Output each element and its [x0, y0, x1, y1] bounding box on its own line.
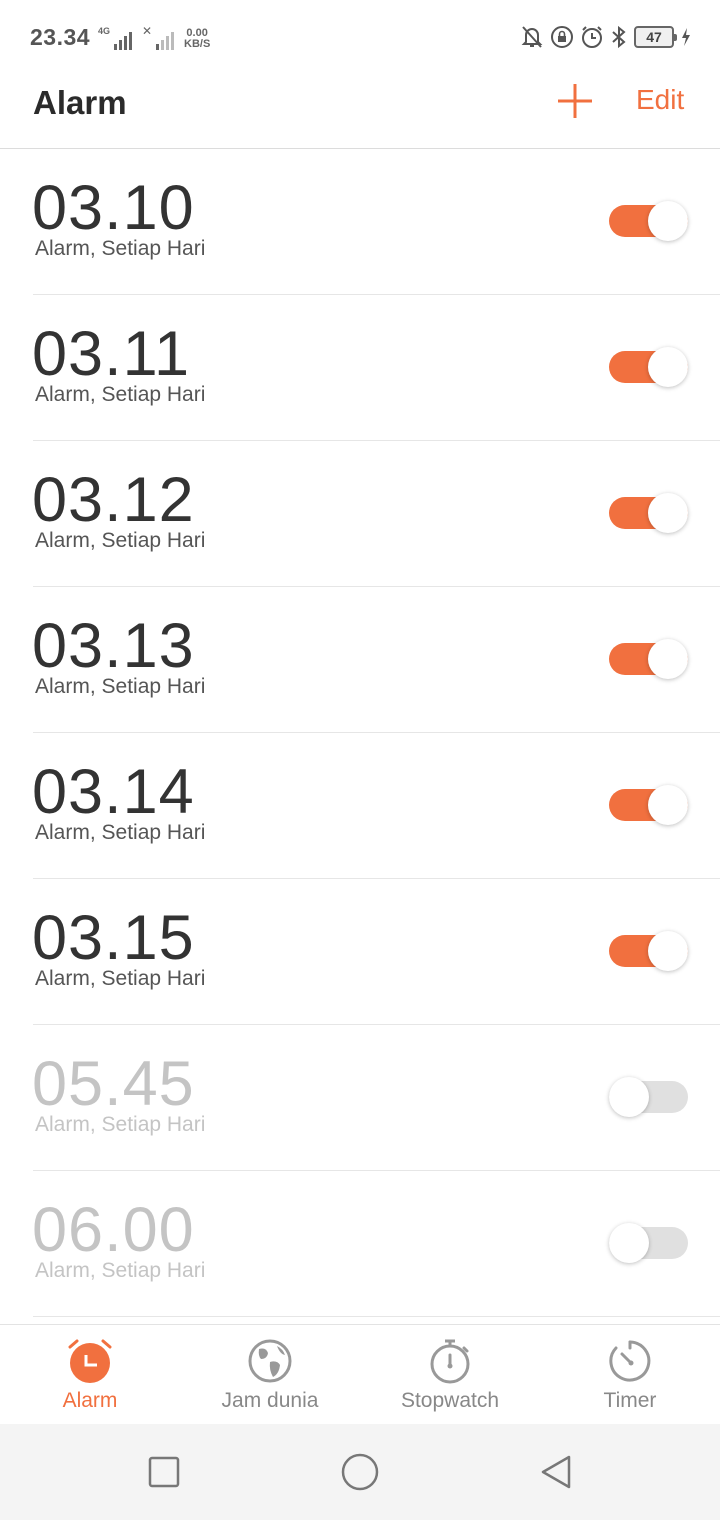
toggle-knob [648, 931, 688, 971]
back-triangle-icon [541, 1455, 571, 1489]
plus-icon [558, 84, 592, 118]
home-button[interactable] [340, 1452, 380, 1492]
alarm-label: Alarm, Setiap Hari [35, 237, 206, 260]
network-type-label: 4G [98, 26, 111, 36]
alarm-list: 03.10 Alarm, Setiap Hari 03.11 Alarm, Se… [0, 149, 720, 1317]
toggle-knob [609, 1223, 649, 1263]
system-nav-bar [0, 1424, 720, 1520]
tab-label: Alarm [62, 1389, 118, 1412]
network-speed: 0.00 KB/S [184, 27, 211, 50]
globe-icon [248, 1339, 292, 1383]
alarm-label: Alarm, Setiap Hari [35, 675, 206, 698]
toggle-knob [648, 493, 688, 533]
tab-timer[interactable]: Timer [540, 1325, 720, 1424]
status-icons: 47 [520, 22, 692, 52]
back-button[interactable] [536, 1452, 576, 1492]
toggle-knob [648, 639, 688, 679]
recents-button[interactable] [144, 1452, 184, 1492]
edit-button[interactable]: Edit [636, 84, 684, 116]
alarm-label: Alarm, Setiap Hari [35, 967, 206, 990]
signal-sim1-icon: 4G [98, 26, 132, 50]
alarm-item[interactable]: 03.13 Alarm, Setiap Hari [0, 587, 720, 733]
alarm-label: Alarm, Setiap Hari [35, 1259, 206, 1282]
alarm-toggle[interactable] [609, 201, 688, 241]
alarm-item[interactable]: 03.11 Alarm, Setiap Hari [0, 295, 720, 441]
toggle-knob [648, 347, 688, 387]
alarm-item[interactable]: 06.00 Alarm, Setiap Hari [0, 1171, 720, 1317]
bottom-nav: Alarm Jam dunia Stopwatch Timer [0, 1324, 720, 1424]
alarm-time: 05.45 [32, 1049, 195, 1119]
tab-world-clock[interactable]: Jam dunia [180, 1325, 360, 1424]
square-icon [148, 1456, 180, 1488]
battery-icon: 47 [634, 26, 677, 48]
rotation-lock-icon [551, 26, 573, 48]
circle-icon [341, 1453, 379, 1491]
alarm-toggle[interactable] [609, 493, 688, 533]
toggle-knob [648, 785, 688, 825]
alarm-time: 03.10 [32, 173, 195, 243]
tab-alarm[interactable]: Alarm [0, 1325, 180, 1424]
alarm-time: 03.14 [32, 757, 195, 827]
charging-icon [682, 28, 690, 46]
alarm-toggle[interactable] [609, 931, 688, 971]
tab-label: Timer [603, 1389, 657, 1412]
add-alarm-button[interactable] [556, 82, 594, 120]
toggle-knob [609, 1077, 649, 1117]
alarm-time: 03.15 [32, 903, 195, 973]
alarm-label: Alarm, Setiap Hari [35, 529, 206, 552]
tab-label: Jam dunia [221, 1389, 319, 1412]
status-bar: 23.34 4G ✕ 0.00 KB/S 47 [0, 0, 720, 72]
bluetooth-icon [612, 25, 626, 49]
alarm-label: Alarm, Setiap Hari [35, 1113, 206, 1136]
toggle-knob [648, 201, 688, 241]
alarm-toggle[interactable] [609, 1223, 688, 1263]
alarm-item[interactable]: 03.14 Alarm, Setiap Hari [0, 733, 720, 879]
alarm-item[interactable]: 03.10 Alarm, Setiap Hari [0, 149, 720, 295]
timer-icon [609, 1340, 651, 1382]
alarm-label: Alarm, Setiap Hari [35, 383, 206, 406]
alarm-toggle[interactable] [609, 1077, 688, 1117]
app-header: Alarm Edit [0, 72, 720, 149]
alarm-item[interactable]: 03.12 Alarm, Setiap Hari [0, 441, 720, 587]
alarm-item[interactable]: 05.45 Alarm, Setiap Hari [0, 1025, 720, 1171]
alarm-toggle[interactable] [609, 785, 688, 825]
alarm-status-icon [582, 26, 602, 48]
alarm-item[interactable]: 03.15 Alarm, Setiap Hari [0, 879, 720, 1025]
alarm-label: Alarm, Setiap Hari [35, 821, 206, 844]
network-indicators: 4G ✕ 0.00 KB/S [98, 22, 210, 50]
alarm-time: 03.11 [32, 319, 190, 389]
bell-off-icon [521, 26, 543, 48]
alarm-toggle[interactable] [609, 639, 688, 679]
signal-sim2-icon: ✕ [140, 24, 174, 50]
alarm-clock-icon [68, 1339, 112, 1383]
status-time: 23.34 [30, 24, 91, 50]
page-title: Alarm [33, 84, 127, 121]
stopwatch-icon [430, 1339, 470, 1384]
alarm-toggle[interactable] [609, 347, 688, 387]
tab-label: Stopwatch [400, 1389, 500, 1412]
tab-stopwatch[interactable]: Stopwatch [360, 1325, 540, 1424]
alarm-time: 06.00 [32, 1195, 195, 1265]
alarm-time: 03.13 [32, 611, 195, 681]
alarm-time: 03.12 [32, 465, 195, 535]
